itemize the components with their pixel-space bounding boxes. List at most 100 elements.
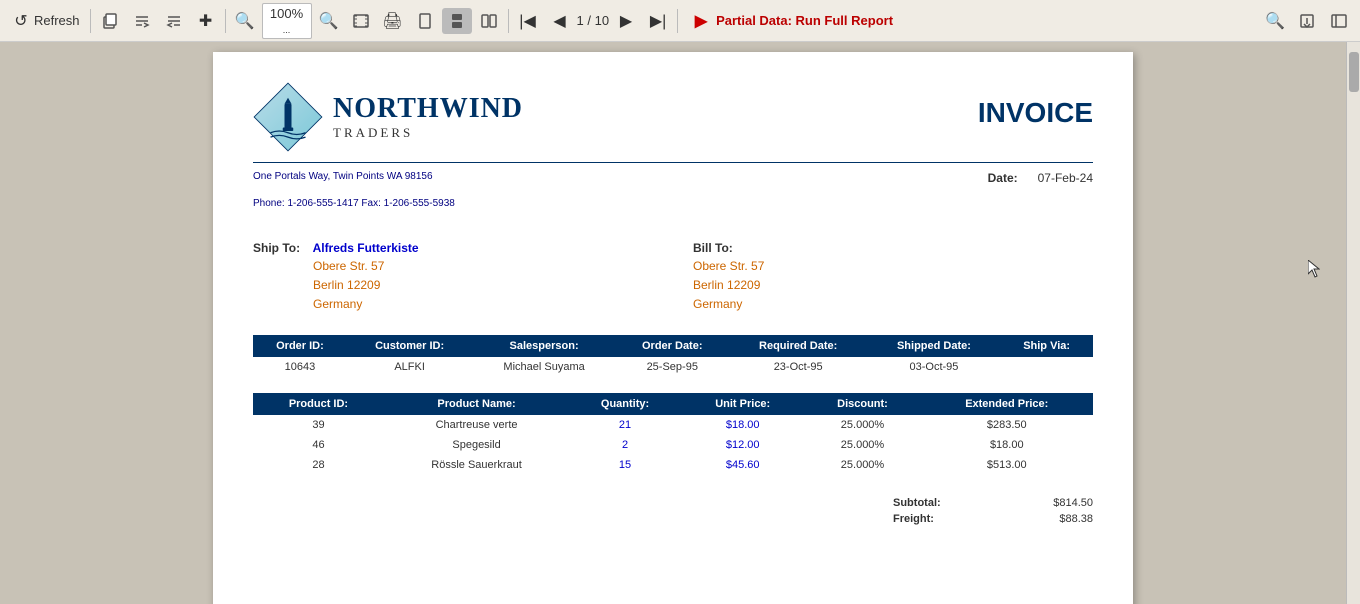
export-button[interactable] (1292, 8, 1322, 34)
panel-button[interactable] (1324, 8, 1354, 34)
invoice-header: NORTHWIND TRADERS INVOICE (253, 82, 1093, 152)
next-page-icon: ▶ (617, 12, 635, 30)
fit-page-button[interactable] (346, 8, 376, 34)
order-table: Order ID: Customer ID: Salesperson: Orde… (253, 335, 1093, 377)
zoom-out-button[interactable]: 🔍 (230, 8, 260, 34)
logo-area: NORTHWIND TRADERS (253, 82, 523, 152)
col-order-id: Order ID: (253, 335, 347, 357)
freight-row: Freight: $88.38 (893, 511, 1093, 527)
shipped-date: 03-Oct-95 (868, 357, 1001, 377)
panel-icon (1330, 12, 1348, 30)
refresh-button[interactable]: ↺ Refresh (6, 8, 86, 34)
order-table-row: 10643 ALFKI Michael Suyama 25-Sep-95 23-… (253, 357, 1093, 377)
ship-via (1000, 357, 1093, 377)
add-button[interactable]: ✚ (191, 8, 221, 34)
collapse-left-icon (133, 12, 151, 30)
totals-section: Subtotal: $814.50 Freight: $88.38 (253, 495, 1093, 527)
print-icon: 🖨 (384, 12, 402, 30)
col-shipped-date: Shipped Date: (868, 335, 1001, 357)
first-page-icon: |◀ (519, 12, 537, 30)
next-page-button[interactable]: ▶ (611, 8, 641, 34)
prev-page-button[interactable]: ◀ (545, 8, 575, 34)
quantity-2: 2 (569, 435, 681, 455)
address-section: Ship To: Alfreds Futterkiste Obere Str. … (253, 239, 1093, 315)
totals-table: Subtotal: $814.50 Freight: $88.38 (893, 495, 1093, 527)
zoom-in-button[interactable]: 🔍 (314, 8, 344, 34)
discount-3: 25.000% (804, 455, 920, 475)
col-salesperson: Salesperson: (472, 335, 616, 357)
single-page-icon (416, 12, 434, 30)
document-area: NORTHWIND TRADERS INVOICE One Portals Wa… (0, 42, 1346, 604)
two-pages-icon (480, 12, 498, 30)
product-id-1: 39 (253, 415, 384, 435)
bill-to-label-row: Bill To: (693, 239, 1093, 257)
extended-price-3: $513.00 (921, 455, 1093, 475)
last-page-button[interactable]: ▶| (643, 8, 673, 34)
zoom-in-icon: 🔍 (320, 12, 338, 30)
quantity-1: 21 (569, 415, 681, 435)
collapse-left-button[interactable] (127, 8, 157, 34)
scrollbar[interactable] (1346, 42, 1360, 604)
copy-icon (101, 12, 119, 30)
expand-right-icon (165, 12, 183, 30)
col-order-date: Order Date: (616, 335, 729, 357)
page-nav: 1 / 10 (577, 13, 610, 28)
col-product-id: Product ID: (253, 393, 384, 415)
required-date: 23-Oct-95 (729, 357, 868, 377)
first-page-button[interactable]: |◀ (513, 8, 543, 34)
two-pages-button[interactable] (474, 8, 504, 34)
search-icon: 🔍 (1266, 12, 1284, 30)
invoice-page: NORTHWIND TRADERS INVOICE One Portals Wa… (213, 52, 1133, 604)
col-product-name: Product Name: (384, 393, 569, 415)
subtotal-row: Subtotal: $814.50 (893, 495, 1093, 511)
product-table-header-row: Product ID: Product Name: Quantity: Unit… (253, 393, 1093, 415)
col-customer-id: Customer ID: (347, 335, 472, 357)
main-area: NORTHWIND TRADERS INVOICE One Portals Wa… (0, 42, 1360, 604)
order-id: 10643 (253, 357, 347, 377)
print-button[interactable]: 🖨 (378, 8, 408, 34)
last-page-icon: ▶| (649, 12, 667, 30)
run-icon: ▶ (692, 12, 710, 30)
product-name-3: Rössle Sauerkraut (384, 455, 569, 475)
col-discount: Discount: (804, 393, 920, 415)
continuous-icon (448, 12, 466, 30)
fit-page-icon (352, 12, 370, 30)
add-icon: ✚ (197, 12, 215, 30)
copy-button[interactable] (95, 8, 125, 34)
refresh-icon: ↺ (12, 12, 30, 30)
unit-price-1: $18.00 (681, 415, 805, 435)
product-id-2: 46 (253, 435, 384, 455)
continuous-button[interactable] (442, 8, 472, 34)
company-logo (253, 82, 323, 152)
product-name-2: Spegesild (384, 435, 569, 455)
scrollbar-thumb[interactable] (1349, 52, 1359, 92)
bill-to-col: Bill To: Obere Str. 57 Berlin 12209 Germ… (693, 239, 1093, 315)
product-row-2: 46 Spegesild 2 $12.00 25.000% $18.00 (253, 435, 1093, 455)
toolbar: ↺ Refresh ✚ 🔍 100% ... 🔍 (0, 0, 1360, 42)
order-table-header-row: Order ID: Customer ID: Salesperson: Orde… (253, 335, 1093, 357)
col-ship-via: Ship Via: (1000, 335, 1093, 357)
product-row-1: 39 Chartreuse verte 21 $18.00 25.000% $2… (253, 415, 1093, 435)
separator2 (225, 9, 226, 33)
search-button[interactable]: 🔍 (1260, 8, 1290, 34)
col-quantity: Quantity: (569, 393, 681, 415)
product-id-3: 28 (253, 455, 384, 475)
prev-page-icon: ◀ (551, 12, 569, 30)
quantity-3: 15 (569, 455, 681, 475)
separator4 (677, 9, 678, 33)
discount-1: 25.000% (804, 415, 920, 435)
product-row-3: 28 Rössle Sauerkraut 15 $45.60 25.000% $… (253, 455, 1093, 475)
expand-right-button[interactable] (159, 8, 189, 34)
invoice-title: INVOICE (978, 97, 1093, 129)
unit-price-2: $12.00 (681, 435, 805, 455)
company-text: NORTHWIND TRADERS (333, 93, 523, 141)
header-divider (253, 162, 1093, 163)
unit-price-3: $45.60 (681, 455, 805, 475)
product-table: Product ID: Product Name: Quantity: Unit… (253, 393, 1093, 475)
run-full-report-button[interactable]: ▶ Partial Data: Run Full Report (686, 8, 899, 34)
ship-to-row: Ship To: Alfreds Futterkiste (253, 239, 653, 257)
customer-id: ALFKI (347, 357, 472, 377)
salesperson: Michael Suyama (472, 357, 616, 377)
extended-price-2: $18.00 (921, 435, 1093, 455)
single-page-button[interactable] (410, 8, 440, 34)
